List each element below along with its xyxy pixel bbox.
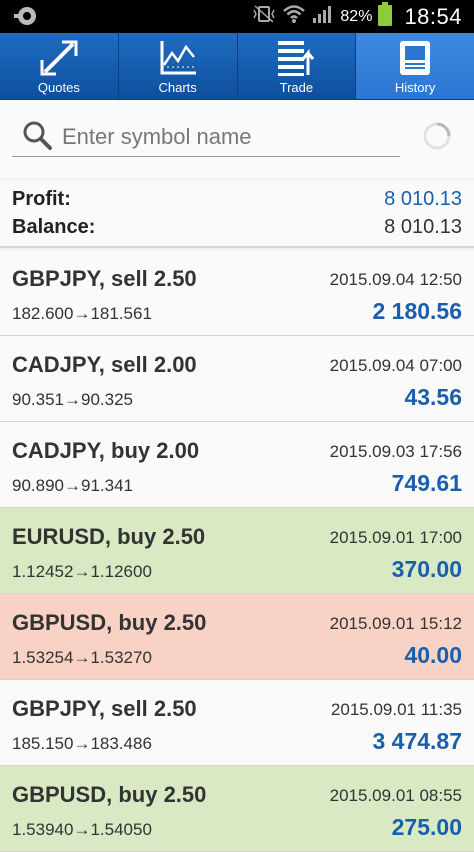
loading-spinner-icon	[421, 120, 453, 157]
chart-line-icon	[158, 39, 198, 77]
deal-prices: 90.890→91.341	[12, 476, 133, 495]
tab-label: Charts	[158, 80, 197, 95]
deal-title: GBPJPY, sell 2.50	[12, 696, 197, 721]
battery-percent: 82%	[340, 7, 373, 25]
account-summary: Profit: 8 010.13 Balance: 8 010.13	[0, 180, 474, 248]
deal-row[interactable]: GBPJPY, sell 2.50 2015.09.01 11:35 185.1…	[0, 680, 474, 766]
deal-title: GBPJPY, sell 2.50	[12, 266, 197, 291]
deal-title: EURUSD, buy 2.50	[12, 524, 206, 549]
deal-title: CADJPY, buy 2.00	[12, 438, 200, 463]
search-icon	[22, 120, 52, 155]
notification-icon	[12, 4, 40, 28]
deal-profit: 43.56	[404, 384, 462, 410]
deal-time: 2015.09.03 17:56	[329, 442, 462, 461]
clock: 18:54	[404, 3, 462, 29]
battery-icon	[378, 2, 393, 31]
deal-title: GBPUSD, buy 2.50	[12, 610, 207, 635]
trade-list-icon	[276, 39, 316, 77]
deal-time: 2015.09.01 15:12	[329, 614, 462, 633]
profit-row: Profit: 8 010.13	[12, 188, 462, 214]
balance-label: Balance:	[12, 216, 96, 238]
status-bar: 82% 18:54	[0, 0, 474, 33]
tab-bar: Quotes Charts Trade History	[0, 33, 474, 100]
deal-time: 2015.09.01 17:00	[329, 528, 462, 547]
deal-profit: 3 474.87	[372, 728, 462, 754]
deal-profit: 2 180.56	[372, 298, 462, 324]
deal-time: 2015.09.01 11:35	[330, 700, 462, 719]
tab-label: Quotes	[37, 80, 80, 95]
tab-quotes[interactable]: Quotes	[0, 33, 119, 99]
deal-time: 2015.09.04 07:00	[329, 356, 462, 375]
deal-profit: 275.00	[391, 814, 462, 840]
profit-label: Profit:	[12, 188, 71, 210]
deal-list: GBPJPY, sell 2.50 2015.09.04 12:50 182.6…	[0, 250, 474, 852]
deal-title: GBPUSD, buy 2.50	[12, 782, 207, 807]
deal-row[interactable]: EURUSD, buy 2.50 2015.09.01 17:00 1.1245…	[0, 508, 474, 594]
tab-history[interactable]: History	[356, 33, 474, 99]
deal-row[interactable]: GBPUSD, buy 2.50 2015.09.01 08:55 1.5394…	[0, 766, 474, 852]
signal-icon	[312, 4, 334, 29]
tab-charts[interactable]: Charts	[119, 33, 238, 99]
deal-prices: 1.53254→1.53270	[12, 648, 152, 667]
deal-profit: 370.00	[391, 556, 462, 582]
deal-prices: 182.600→181.561	[12, 304, 152, 323]
tab-label: Trade	[279, 80, 314, 95]
vibrate-icon	[252, 4, 276, 29]
deal-row[interactable]: GBPUSD, buy 2.50 2015.09.01 15:12 1.5325…	[0, 594, 474, 680]
deal-profit: 40.00	[404, 642, 462, 668]
deal-prices: 1.53940→1.54050	[12, 820, 152, 839]
balance-row: Balance: 8 010.13	[12, 216, 462, 242]
tab-label: History	[394, 80, 436, 95]
search-underline	[12, 156, 400, 157]
deal-row[interactable]: GBPJPY, sell 2.50 2015.09.04 12:50 182.6…	[0, 250, 474, 336]
deal-time: 2015.09.04 12:50	[329, 270, 462, 289]
history-tablet-icon	[397, 39, 433, 77]
deal-prices: 185.150→183.486	[12, 734, 152, 753]
tab-trade[interactable]: Trade	[238, 33, 357, 99]
deal-prices: 90.351→90.325	[12, 390, 133, 409]
deal-title: CADJPY, sell 2.00	[12, 352, 197, 377]
wifi-icon	[282, 3, 306, 30]
profit-value: 8 010.13	[384, 188, 462, 210]
deal-row[interactable]: CADJPY, buy 2.00 2015.09.03 17:56 90.890…	[0, 422, 474, 508]
search-box	[12, 118, 400, 156]
deal-row[interactable]: CADJPY, sell 2.00 2015.09.04 07:00 90.35…	[0, 336, 474, 422]
balance-value: 8 010.13	[384, 216, 462, 238]
deal-time: 2015.09.01 08:55	[329, 786, 462, 805]
search-input[interactable]	[60, 120, 394, 154]
deal-profit: 749.61	[391, 470, 462, 496]
deal-prices: 1.12452→1.12600	[12, 562, 152, 581]
quotes-arrows-icon	[39, 39, 79, 77]
